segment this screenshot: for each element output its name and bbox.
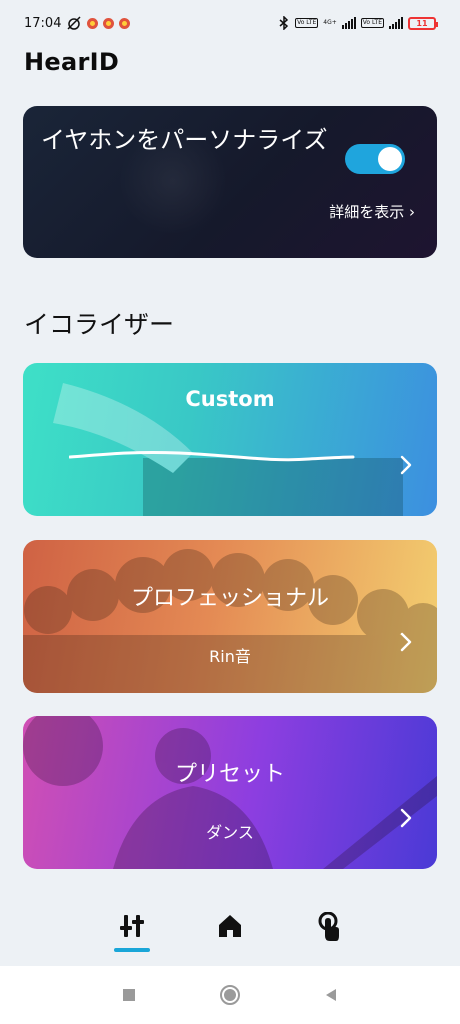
personalize-toggle[interactable]	[345, 144, 405, 174]
personalize-card[interactable]: イヤホンをパーソナライズ 詳細を表示 ›	[23, 106, 437, 258]
nav-touch-control[interactable]	[308, 900, 348, 956]
system-navigation-bar	[0, 966, 460, 1024]
mixer-photo	[53, 383, 403, 516]
network-type-label: 4G+	[323, 19, 337, 26]
card-subtitle-professional: Rin音	[209, 647, 251, 666]
status-left: 17:04	[24, 15, 131, 31]
volte-badge: Vo LTE	[295, 18, 319, 28]
nav-equalizer[interactable]	[112, 900, 152, 956]
chevron-right-icon	[400, 808, 412, 828]
signal-strength-icon-2	[389, 17, 403, 29]
card-title-preset: プリセット	[174, 762, 285, 787]
equalizer-icon	[120, 915, 144, 937]
nav-home[interactable]	[210, 900, 250, 956]
bottom-navigation	[0, 900, 460, 962]
recents-button-icon[interactable]	[121, 987, 137, 1003]
bluetooth-icon	[279, 16, 289, 30]
status-time: 17:04	[24, 15, 62, 31]
details-link[interactable]: 詳細を表示 ›	[329, 201, 415, 222]
home-button-icon[interactable]	[219, 984, 241, 1006]
back-button-icon[interactable]	[323, 987, 339, 1003]
chrome-notification-icon	[103, 17, 115, 29]
equalizer-section-title: イコライザー	[24, 310, 175, 339]
toggle-knob	[378, 147, 402, 171]
chevron-right-icon	[400, 455, 412, 475]
card-title-custom: Custom	[185, 387, 275, 411]
guitarist-photo	[23, 716, 437, 869]
chrome-notification-icon	[119, 17, 131, 29]
eq-card-custom[interactable]: Custom	[23, 363, 437, 516]
home-icon	[219, 915, 241, 937]
eq-card-professional[interactable]: プロフェッショナル Rin音	[23, 540, 437, 693]
signal-strength-icon	[341, 17, 356, 29]
eq-curve-line	[69, 450, 355, 462]
status-bar: 17:04 Vo LTE 4G+ Vo LTE 11	[0, 0, 460, 46]
active-tab-indicator	[114, 948, 150, 952]
band-photo	[23, 549, 437, 693]
app-title: HearID	[24, 48, 120, 76]
card-subtitle-preset: ダンス	[206, 823, 254, 842]
touch-icon	[318, 912, 339, 941]
chrome-notification-icon	[87, 17, 99, 29]
status-right: Vo LTE 4G+ Vo LTE 11	[278, 16, 438, 30]
alarm-off-icon	[67, 16, 81, 30]
card-title-professional: プロフェッショナル	[130, 586, 329, 611]
eq-card-preset[interactable]: プリセット ダンス	[23, 716, 437, 869]
personalize-title: イヤホンをパーソナライズ	[41, 126, 328, 154]
chevron-right-icon	[400, 632, 412, 652]
app-screen: 17:04 Vo LTE 4G+ Vo LTE 11 HearID イヤホンをパ…	[0, 0, 460, 1024]
volte-badge-2: Vo LTE	[360, 18, 384, 28]
battery-icon: 11	[408, 16, 438, 30]
